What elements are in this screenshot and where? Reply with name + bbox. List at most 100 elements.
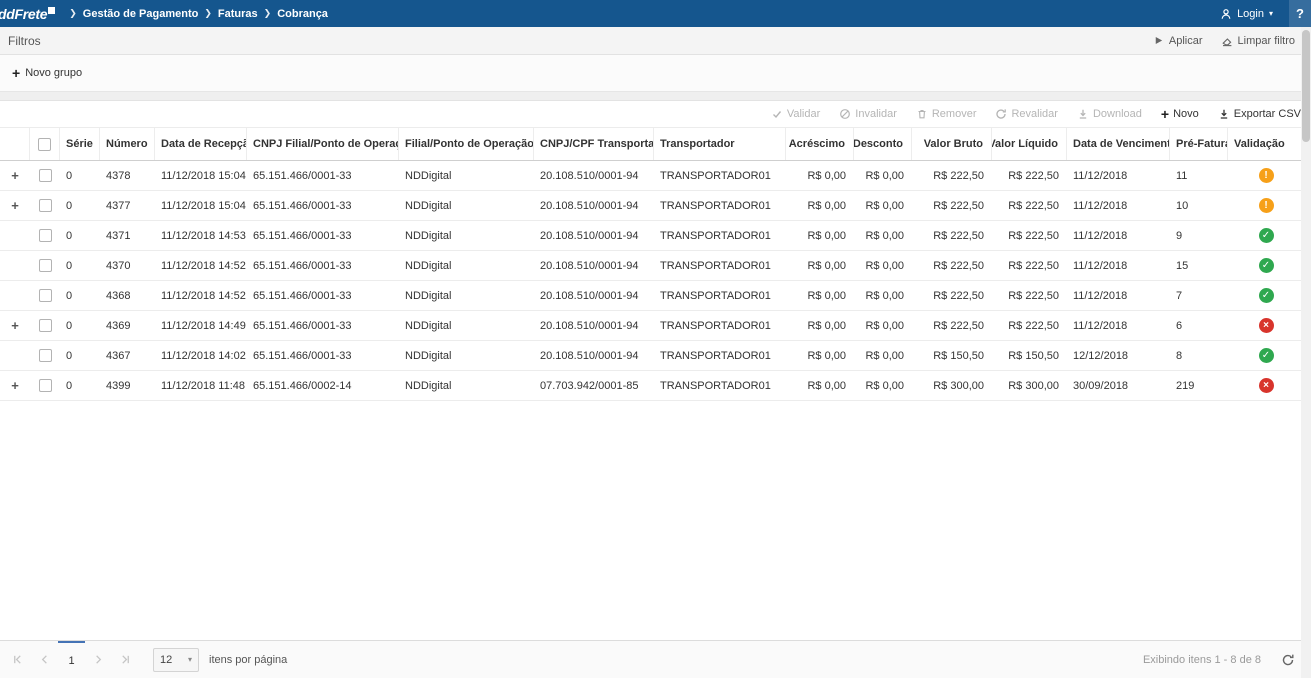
breadcrumb-chevron-icon: ❯ — [69, 8, 77, 19]
download-button[interactable]: Download — [1077, 108, 1142, 120]
column-header-cnpj-transportador[interactable]: CNPJ/CPF Transportador — [534, 128, 654, 160]
row-checkbox[interactable] — [39, 379, 52, 392]
apply-filter-button[interactable]: Aplicar — [1153, 35, 1203, 47]
table-row[interactable]: 0436711/12/2018 14:0265.151.466/0001-33N… — [0, 341, 1311, 371]
column-header-pre-fatura[interactable]: Pré-Fatura — [1170, 128, 1228, 160]
cell-transportador: TRANSPORTADOR01 — [654, 281, 786, 310]
table-row[interactable]: 0437111/12/2018 14:5365.151.466/0001-33N… — [0, 221, 1311, 251]
remove-button[interactable]: Remover — [916, 108, 977, 120]
export-download-icon — [1218, 108, 1230, 120]
cell-recepcao: 11/12/2018 15:04 — [155, 161, 247, 190]
cell-pre-fatura: 15 — [1170, 251, 1228, 280]
table-row[interactable]: +0437711/12/2018 15:0465.151.466/0001-33… — [0, 191, 1311, 221]
table-row[interactable]: 0436811/12/2018 14:5265.151.466/0001-33N… — [0, 281, 1311, 311]
expand-row-icon[interactable]: + — [11, 319, 19, 332]
first-page-icon — [12, 654, 23, 665]
cell-valor-bruto: R$ 300,00 — [912, 371, 992, 400]
checkbox-cell — [30, 161, 60, 190]
breadcrumb-item-gestao[interactable]: Gestão de Pagamento — [83, 8, 199, 20]
column-header-validacao[interactable]: Validação — [1228, 128, 1304, 160]
export-csv-button[interactable]: Exportar CSV — [1218, 108, 1301, 120]
column-header-numero[interactable]: Número — [100, 128, 155, 160]
row-checkbox[interactable] — [39, 259, 52, 272]
cell-numero: 4399 — [100, 371, 155, 400]
cell-vencimento: 11/12/2018 — [1067, 251, 1170, 280]
cell-valor-bruto: R$ 222,50 — [912, 251, 992, 280]
row-checkbox[interactable] — [39, 199, 52, 212]
column-header-vencimento[interactable]: Data de Vencimento — [1067, 128, 1170, 160]
refresh-grid-button[interactable] — [1281, 653, 1295, 667]
table-row[interactable]: +0439911/12/2018 11:4865.151.466/0002-14… — [0, 371, 1311, 401]
header-expand-cell — [0, 128, 30, 160]
cell-numero: 4377 — [100, 191, 155, 220]
revalidate-button[interactable]: Revalidar — [995, 108, 1057, 120]
column-header-cnpj-filial[interactable]: CNPJ Filial/Ponto de Operação — [247, 128, 399, 160]
cell-recepcao: 11/12/2018 14:52 — [155, 251, 247, 280]
checkbox-cell — [30, 341, 60, 370]
cell-cnpj-transportador: 20.108.510/0001-94 — [534, 221, 654, 250]
expand-row-icon[interactable]: + — [11, 379, 19, 392]
breadcrumb-item-faturas[interactable]: Faturas — [218, 8, 258, 20]
table-row[interactable]: 0437011/12/2018 14:5265.151.466/0001-33N… — [0, 251, 1311, 281]
row-checkbox[interactable] — [39, 289, 52, 302]
column-header-valor-liquido[interactable]: Valor Líquido — [992, 128, 1067, 160]
expand-row-icon[interactable]: + — [11, 199, 19, 212]
logo-flag-icon — [48, 7, 55, 14]
row-checkbox[interactable] — [39, 229, 52, 242]
help-button[interactable]: ? — [1289, 0, 1311, 27]
cell-valor-liquido: R$ 222,50 — [992, 161, 1067, 190]
column-header-serie[interactable]: Série — [60, 128, 100, 160]
cell-valor-liquido: R$ 222,50 — [992, 311, 1067, 340]
login-menu[interactable]: Login ▾ — [1220, 8, 1273, 20]
cell-cnpj-transportador: 20.108.510/0001-94 — [534, 161, 654, 190]
last-page-icon — [120, 654, 131, 665]
validation-cell: ! — [1228, 161, 1304, 190]
next-page-button[interactable] — [85, 641, 112, 678]
cell-transportador: TRANSPORTADOR01 — [654, 191, 786, 220]
select-all-checkbox[interactable] — [38, 138, 51, 151]
column-header-desconto[interactable]: Desconto — [854, 128, 912, 160]
cell-acrescimo: R$ 0,00 — [786, 341, 854, 370]
first-page-button[interactable] — [4, 641, 31, 678]
column-header-recepcao[interactable]: Data de Recepção ↓ — [155, 128, 247, 160]
cell-serie: 0 — [60, 251, 100, 280]
breadcrumb-chevron-icon: ❯ — [264, 8, 272, 19]
invalidate-button[interactable]: Invalidar — [839, 108, 897, 120]
cell-filial: NDDigital — [399, 281, 534, 310]
scrollbar-thumb[interactable] — [1302, 30, 1310, 142]
cell-pre-fatura: 8 — [1170, 341, 1228, 370]
table-row[interactable]: +0436911/12/2018 14:4965.151.466/0001-33… — [0, 311, 1311, 341]
cell-serie: 0 — [60, 341, 100, 370]
new-group-button[interactable]: + Novo grupo — [12, 66, 82, 80]
column-header-acrescimo[interactable]: Acréscimo — [786, 128, 854, 160]
cell-desconto: R$ 0,00 — [854, 191, 912, 220]
login-label: Login — [1237, 8, 1264, 20]
table-row[interactable]: +0437811/12/2018 15:0465.151.466/0001-33… — [0, 161, 1311, 191]
row-checkbox[interactable] — [39, 349, 52, 362]
last-page-button[interactable] — [112, 641, 139, 678]
column-header-valor-bruto[interactable]: Valor Bruto — [912, 128, 992, 160]
page-size-select[interactable]: 12 ▾ — [153, 648, 199, 672]
new-button[interactable]: + Novo — [1161, 107, 1199, 121]
invalidate-label: Invalidar — [855, 108, 897, 120]
column-header-filial[interactable]: Filial/Ponto de Operação — [399, 128, 534, 160]
current-page-button[interactable]: 1 — [58, 641, 85, 678]
validate-button[interactable]: Validar — [771, 108, 820, 120]
new-label: Novo — [1173, 108, 1199, 120]
expand-cell — [0, 341, 30, 370]
column-header-transportador[interactable]: Transportador — [654, 128, 786, 160]
cell-serie: 0 — [60, 221, 100, 250]
cell-transportador: TRANSPORTADOR01 — [654, 161, 786, 190]
validation-valid-icon: ✓ — [1259, 258, 1274, 273]
cell-transportador: TRANSPORTADOR01 — [654, 251, 786, 280]
app-logo[interactable]: ddFrete — [0, 6, 55, 22]
plus-icon: + — [1161, 107, 1169, 121]
row-checkbox[interactable] — [39, 319, 52, 332]
cell-cnpj-filial: 65.151.466/0001-33 — [247, 281, 399, 310]
row-checkbox[interactable] — [39, 169, 52, 182]
cell-pre-fatura: 7 — [1170, 281, 1228, 310]
clear-filter-button[interactable]: Limpar filtro — [1221, 35, 1295, 47]
breadcrumb-item-cobranca[interactable]: Cobrança — [277, 8, 328, 20]
prev-page-button[interactable] — [31, 641, 58, 678]
expand-row-icon[interactable]: + — [11, 169, 19, 182]
